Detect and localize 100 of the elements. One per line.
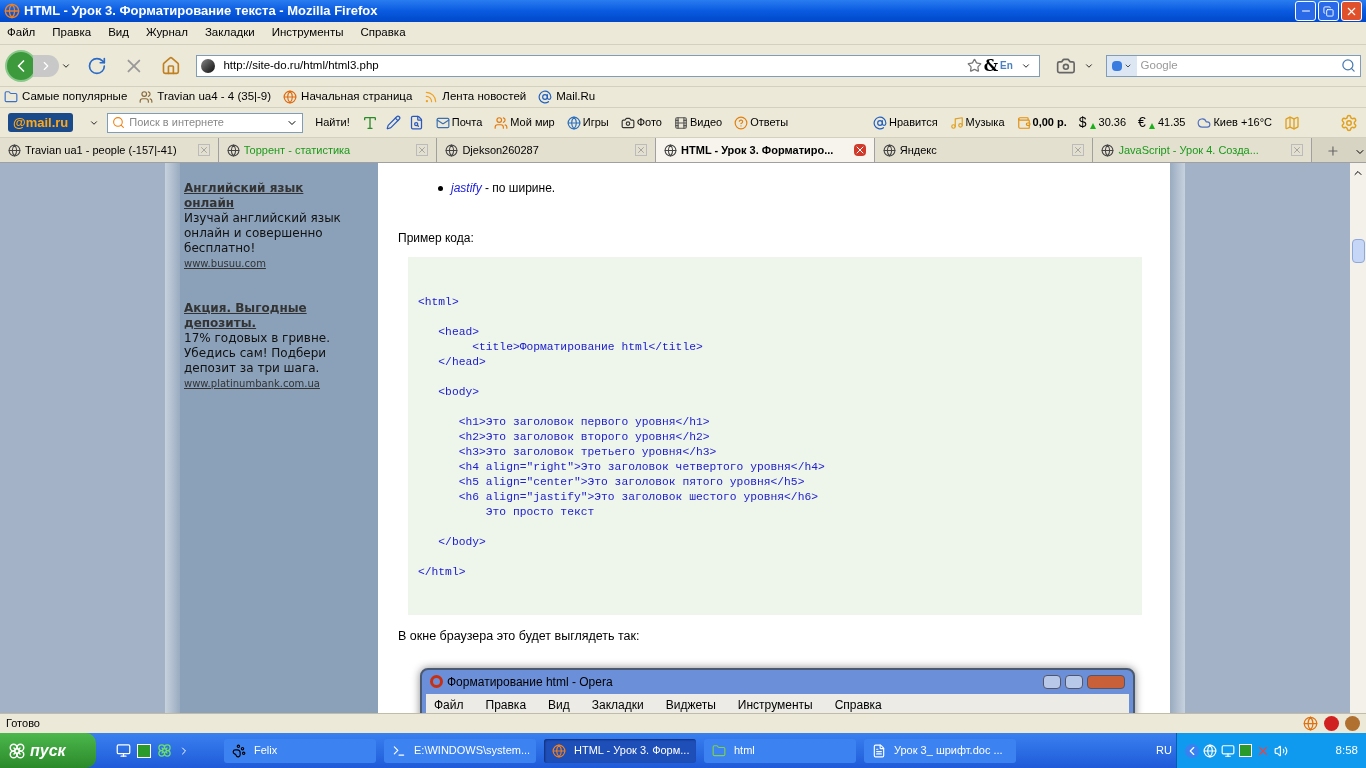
taskbar-button[interactable]: HTML - Урок 3. Форм... [544, 738, 696, 763]
cloud-icon [1197, 115, 1212, 130]
browser-tab[interactable]: HTML - Урок 3. Форматиро... [656, 138, 875, 162]
language-badge[interactable]: En [1000, 58, 1013, 73]
tab-icon [226, 143, 240, 157]
rss-icon [424, 90, 439, 104]
tab-icon [1101, 143, 1115, 157]
search-icon[interactable] [1341, 58, 1356, 73]
figure-icon [139, 90, 154, 104]
font-size-icon[interactable] [361, 114, 378, 131]
tab-title: Торрент - статистика [243, 142, 352, 158]
code-line: Это просто текст [484, 505, 595, 520]
search-icon [112, 116, 126, 129]
film-icon [674, 115, 688, 130]
bullet-icon [438, 185, 443, 191]
browser-tab[interactable]: Яндекс [874, 138, 1094, 162]
close-button[interactable] [1341, 1, 1362, 21]
network-icon[interactable] [1203, 743, 1217, 758]
toolbar-widget[interactable]: 0,00 р. [1032, 114, 1067, 131]
restore-button[interactable] [1318, 1, 1339, 21]
tab-close-icon[interactable] [853, 144, 866, 156]
ad-link[interactable]: www.busuu.com [184, 256, 266, 271]
paw-icon [232, 743, 246, 758]
code-line: <head> [437, 325, 479, 340]
tab-title: HTML - Урок 3. Форматиро... [681, 142, 835, 158]
ad-link[interactable]: www.platinumbank.com.ua [184, 376, 320, 391]
tab-icon [882, 143, 896, 157]
web-search-field[interactable]: Поиск в интернете [129, 114, 287, 131]
bookmark-link[interactable]: Mail.Ru [556, 88, 596, 106]
up-arrow-icon [1089, 123, 1096, 129]
menu-item[interactable]: Правка [52, 24, 92, 42]
toolbar-widget[interactable]: Нравится [889, 114, 938, 131]
firefox-icon [4, 3, 20, 19]
scrollbar-thumb[interactable] [1351, 239, 1365, 263]
app-icon[interactable] [137, 743, 151, 758]
exchange-rate: 30.36 [1098, 115, 1127, 131]
expand-icon[interactable] [1185, 743, 1199, 758]
taskbar-button[interactable]: Felix [224, 738, 376, 763]
code-line: <h6 align="jastify">Это заголовок шестого уровня</h6> [457, 490, 818, 505]
firefox-icon [1303, 716, 1318, 731]
list-item-text: jastify - по ширине. [451, 180, 556, 197]
code-line: <h2>Это заголовок второго уровня</h2> [457, 430, 710, 445]
menu-item[interactable]: Закладки [204, 24, 255, 42]
taskbar-button[interactable]: html [704, 738, 856, 763]
ad-title[interactable]: Акция. Выгодные депозиты. [184, 301, 346, 331]
desktop-icon[interactable] [116, 743, 131, 758]
browser-tab[interactable]: Djekson260287 [437, 138, 657, 162]
scrollbar[interactable] [1350, 163, 1366, 713]
menu-item[interactable]: Инструменты [271, 24, 344, 42]
page-search-icon[interactable] [408, 115, 424, 130]
reload-icon[interactable] [87, 55, 107, 76]
menu-item[interactable]: Файл [7, 24, 36, 42]
settings-icon[interactable] [1340, 113, 1358, 132]
taskbar-button[interactable]: E:\WINDOWS\system... [384, 738, 536, 763]
bookmark-link[interactable]: Самые популярные [22, 88, 128, 106]
opera-logo-icon [430, 675, 443, 689]
ad-text: Изучай английский язык онлайн и совершенно бесплатно! [184, 211, 342, 256]
music-icon [949, 115, 964, 130]
menu-item[interactable]: Справка [360, 24, 406, 42]
monitor-icon[interactable] [1221, 743, 1235, 758]
home-icon[interactable] [160, 55, 181, 76]
web-search-bar[interactable]: Поиск в интернете [107, 112, 304, 133]
globe-icon [283, 90, 298, 104]
taskbar-button[interactable]: Урок 3_ шрифт.doc ... [864, 738, 1016, 763]
toolbar-link[interactable]: Видео [690, 114, 723, 131]
map-icon[interactable] [1284, 114, 1300, 131]
browser-tab[interactable]: Travian ua1 - people (-157|-41) [0, 138, 219, 162]
flower-icon[interactable] [157, 743, 172, 758]
tab-icon [445, 143, 459, 157]
app-icon[interactable] [1239, 744, 1252, 757]
tab-title: JavaScript - Урок 4. Созда... [1118, 142, 1260, 158]
toolbar-link[interactable]: Ответы [750, 114, 789, 131]
address-field[interactable]: http://site-do.ru/html/html3.php &En [196, 54, 1040, 77]
ad-title[interactable]: Английский язык онлайн [184, 181, 346, 211]
language-indicator[interactable]: RU [1156, 742, 1172, 759]
search-field[interactable]: Google [1140, 56, 1341, 75]
google-icon[interactable] [1106, 55, 1137, 76]
volume-icon[interactable] [1274, 743, 1288, 758]
toolbar-widget[interactable]: Киев +16°C [1213, 114, 1272, 131]
bookmark-link[interactable]: Travian ua4 - 4 (35|-9) [157, 88, 272, 106]
mailru-logo[interactable]: @mail.ru [8, 112, 74, 133]
toolbar-link[interactable]: Почта [451, 114, 483, 131]
menu-item[interactable]: Вид [108, 24, 129, 42]
ad-text: 17% годовых в гривне. Убедись сам! Подбери депозит за три шага. [184, 331, 331, 376]
minimize-button[interactable] [1295, 1, 1316, 21]
console-icon [392, 743, 406, 758]
code-line: </body> [437, 535, 486, 550]
pencil-icon[interactable] [385, 115, 401, 130]
paragraph: Пример кода: [398, 230, 475, 247]
toolbar-link[interactable]: Игры [582, 114, 609, 131]
menu-item[interactable]: Журнал [145, 24, 188, 42]
toolbar-link[interactable]: Мой мир [510, 114, 555, 131]
toolbar-link[interactable]: Фото [636, 114, 662, 131]
document-icon [872, 743, 886, 758]
toolbar-widget[interactable]: Музыка [965, 114, 1005, 131]
bookmark-link[interactable]: Начальная страница [301, 88, 413, 106]
search-bar[interactable]: Google [1105, 54, 1361, 77]
bookmark-link[interactable]: Лента новостей [442, 88, 527, 106]
star-icon[interactable] [966, 58, 982, 73]
find-button[interactable]: Найти! [311, 114, 354, 131]
